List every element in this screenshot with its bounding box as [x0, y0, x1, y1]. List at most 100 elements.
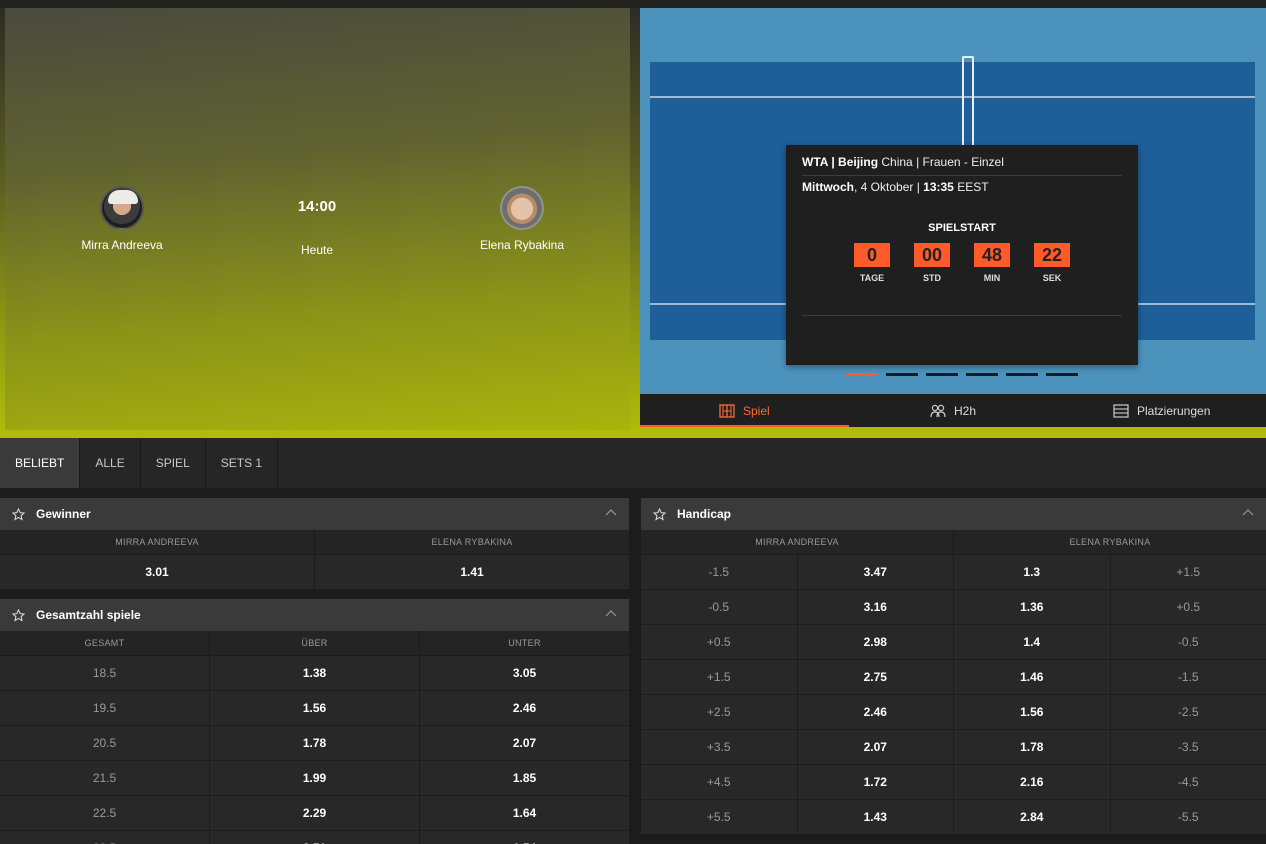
- market-column-headers: GESAMT ÜBER UNTER: [0, 631, 629, 655]
- slider-dot[interactable]: [1006, 373, 1038, 376]
- line-label: +1.5: [641, 660, 798, 694]
- tab-platzierungen-label: Platzierungen: [1136, 403, 1211, 418]
- line-label: +3.5: [641, 730, 798, 764]
- odds-button[interactable]: 2.07: [420, 726, 629, 760]
- slider-dot[interactable]: [1046, 373, 1078, 376]
- line-label: -0.5: [641, 590, 798, 624]
- tab-platzierungen[interactable]: Platzierungen: [1057, 394, 1266, 427]
- odds-button[interactable]: 3.47: [798, 555, 954, 589]
- countdown-days: 0 TAGE: [854, 243, 890, 283]
- line-label: -3.5: [1177, 740, 1199, 754]
- column-header: UNTER: [508, 638, 541, 648]
- market-header[interactable]: Handicap: [641, 498, 1266, 530]
- line-label: +2.5: [641, 695, 798, 729]
- odds-button[interactable]: 2.75: [798, 660, 954, 694]
- slider-dot[interactable]: [926, 373, 958, 376]
- timezone-label: EEST: [953, 180, 989, 194]
- slider-dot[interactable]: [886, 373, 918, 376]
- column-header: ELENA RYBAKINA: [431, 537, 513, 547]
- odds-button[interactable]: 1.4: [954, 625, 1111, 659]
- odds-button[interactable]: 1.99: [210, 761, 420, 795]
- tab-spiel[interactable]: Spiel: [640, 394, 849, 427]
- odds-row: +4.5 1.72 2.16 -4.5: [641, 764, 1266, 799]
- player-home[interactable]: Mirra Andreeva: [42, 186, 202, 252]
- odds-button[interactable]: 3.16: [798, 590, 954, 624]
- odds-button[interactable]: 1.43: [798, 800, 954, 834]
- tab-spiel-label: Spiel: [742, 403, 770, 418]
- odds-row: +5.5 1.43 2.84 -5.5: [641, 799, 1266, 834]
- odds-button[interactable]: 1.56: [954, 695, 1111, 729]
- column-header: MIRRA ANDREEVA: [641, 530, 954, 554]
- chevron-up-icon[interactable]: [1242, 507, 1254, 519]
- chevron-up-icon[interactable]: [605, 608, 617, 620]
- odds-table: 18.5 1.38 3.05 19.5 1.56 2.46 20.5 1.78 2.07 21.5…: [0, 655, 629, 844]
- odds-button[interactable]: 1.38: [210, 656, 420, 690]
- odds-button[interactable]: 2.29: [210, 796, 420, 830]
- odds-button[interactable]: 2.16: [954, 765, 1111, 799]
- tab-alle[interactable]: ALLE: [80, 438, 141, 488]
- column-header: MIRRA ANDREEVA: [0, 530, 315, 554]
- odds-row: +2.5 2.46 1.56 -2.5: [641, 694, 1266, 729]
- star-icon[interactable]: [12, 507, 25, 521]
- odds-button[interactable]: 1.41: [315, 555, 629, 589]
- chevron-up-icon[interactable]: [605, 507, 617, 519]
- market-title: Gesamtzahl spiele: [36, 608, 141, 622]
- market-header[interactable]: Gesamtzahl spiele: [0, 599, 629, 631]
- competition-line: WTA | Beijing China | Frauen - Einzel: [802, 155, 1122, 169]
- odds-button[interactable]: 1.56: [210, 691, 420, 725]
- slider-dot[interactable]: [966, 373, 998, 376]
- odds-button[interactable]: 1.64: [420, 796, 629, 830]
- odds-button[interactable]: 1.54: [420, 831, 629, 844]
- tab-h2h[interactable]: H2h: [849, 394, 1058, 427]
- countdown-value: 0: [854, 243, 890, 267]
- odds-button[interactable]: 1.72: [798, 765, 954, 799]
- divider: [802, 175, 1122, 176]
- odds-button[interactable]: 2.46: [798, 695, 954, 729]
- line-label: +4.5: [641, 765, 798, 799]
- column-header: ÜBER: [210, 631, 420, 655]
- odds-button[interactable]: 2.98: [798, 625, 954, 659]
- tab-sets-1[interactable]: SETS 1: [206, 438, 279, 488]
- tab-spiel-markets[interactable]: SPIEL: [141, 438, 206, 488]
- odds-button[interactable]: 2.07: [798, 730, 954, 764]
- countdown-label: STD: [923, 273, 941, 283]
- line-label: -2.5: [1177, 705, 1199, 719]
- odds-button[interactable]: 3.01: [0, 555, 315, 589]
- market-category-tabs: BELIEBT ALLE SPIEL SETS 1: [0, 438, 1266, 488]
- player-away[interactable]: Elena Rybakina: [442, 186, 602, 252]
- market-gewinner: Gewinner MIRRA ANDREEVA ELENA RYBAKINA 3…: [0, 498, 629, 589]
- odds-row: 18.5 1.38 3.05: [0, 655, 629, 690]
- odds-row: 23.52.511.54: [0, 830, 629, 844]
- odds-button[interactable]: 2.51: [210, 831, 420, 844]
- odds-button[interactable]: 1.78: [210, 726, 420, 760]
- countdown-value: 00: [914, 243, 950, 267]
- tab-beliebt[interactable]: BELIEBT: [0, 438, 81, 488]
- countdown-hours: 00 STD: [914, 243, 950, 283]
- odds-button[interactable]: 1.85: [420, 761, 629, 795]
- line-label: -1.5: [1177, 670, 1199, 684]
- odds-button[interactable]: 3.05: [420, 656, 629, 690]
- tab-h2h-label: H2h: [954, 403, 977, 418]
- column-header: GESAMT: [0, 631, 210, 655]
- line-label: 20.5: [0, 726, 210, 760]
- odds-button[interactable]: 1.78: [954, 730, 1111, 764]
- odds-button[interactable]: 1.36: [954, 590, 1111, 624]
- odds-button[interactable]: 2.84: [954, 800, 1111, 834]
- city-label: Beijing: [838, 155, 879, 169]
- line-label: 18.5: [0, 656, 210, 690]
- countdown-seconds: 22 SEK: [1034, 243, 1070, 283]
- odds-button[interactable]: 2.46: [420, 691, 629, 725]
- line-label: +1.5: [1176, 565, 1201, 579]
- tour-label: WTA: [802, 155, 828, 169]
- star-icon[interactable]: [653, 507, 666, 521]
- market-header[interactable]: Gewinner: [0, 498, 629, 530]
- slider-dot-active[interactable]: [846, 373, 878, 376]
- odds-row: +1.5 2.75 1.46 -1.5: [641, 659, 1266, 694]
- star-icon[interactable]: [12, 608, 25, 622]
- odds-button[interactable]: 1.3: [954, 555, 1111, 589]
- countdown-label: SEK: [1042, 273, 1062, 283]
- line-label: -5.5: [1177, 810, 1199, 824]
- odds-button[interactable]: 1.46: [954, 660, 1111, 694]
- court-icon: [719, 403, 735, 418]
- market-title: Gewinner: [36, 507, 91, 521]
